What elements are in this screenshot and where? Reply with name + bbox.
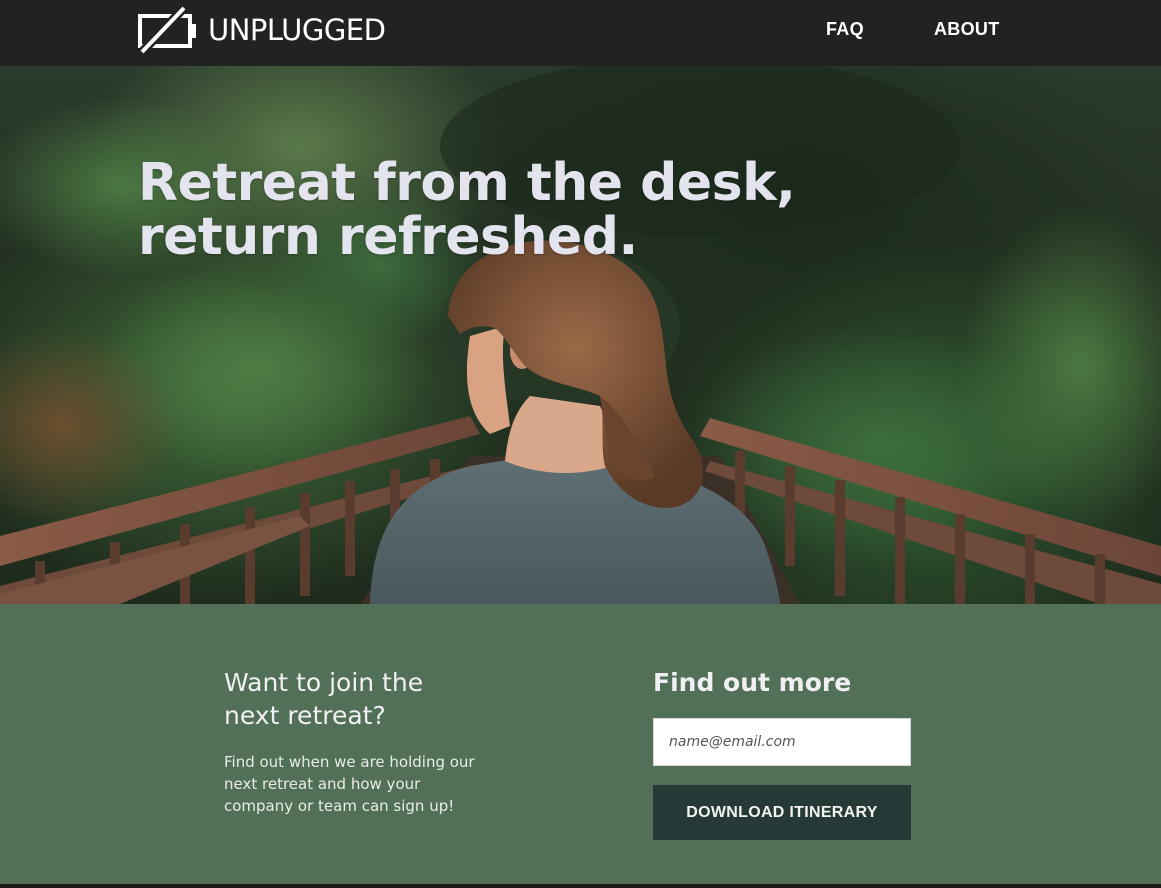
nav-faq-link[interactable]: FAQ	[826, 19, 864, 40]
footer-edge	[0, 884, 1161, 888]
join-description: Find out when we are holding our next re…	[224, 753, 475, 815]
top-navbar: UNPLUGGED FAQ ABOUT	[0, 0, 1161, 66]
hero-title-line2: return refreshed.	[138, 207, 638, 267]
signup-section: Want to join the next retreat? Find out …	[0, 604, 1161, 884]
nav-about-link[interactable]: ABOUT	[934, 19, 1000, 40]
hero-banner: Retreat from the desk, return refreshed.	[0, 66, 1161, 604]
find-out-more-column: Find out more DOWNLOAD ITINERARY	[653, 666, 911, 840]
email-field[interactable]	[653, 718, 911, 766]
hero-title-line1: Retreat from the desk,	[138, 153, 796, 213]
download-itinerary-button[interactable]: DOWNLOAD ITINERARY	[653, 785, 911, 840]
find-out-more-heading: Find out more	[653, 668, 852, 697]
join-info-column: Want to join the next retreat? Find out …	[224, 666, 504, 817]
hero-title: Retreat from the desk, return refreshed.	[138, 153, 796, 267]
join-heading: Want to join the next retreat?	[224, 666, 504, 732]
join-heading-line2: next retreat?	[224, 701, 386, 730]
brand-name: UNPLUGGED	[208, 13, 386, 47]
logo-link[interactable]: UNPLUGGED	[138, 6, 386, 54]
battery-off-icon	[138, 6, 196, 54]
hero-photo	[0, 66, 1161, 604]
join-heading-line1: Want to join the	[224, 668, 424, 697]
